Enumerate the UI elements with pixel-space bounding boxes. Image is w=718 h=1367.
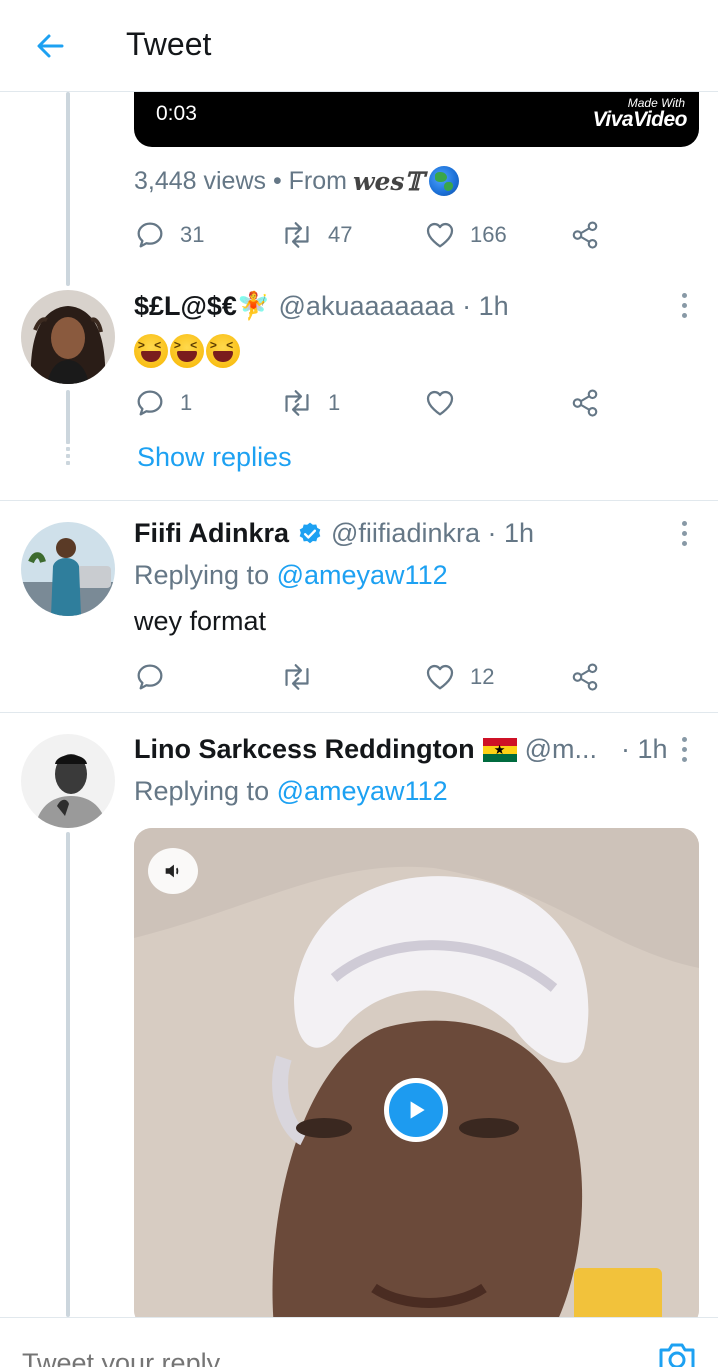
divider: [0, 712, 718, 713]
laughing-emoji-icon: [134, 334, 168, 368]
more-icon: [681, 292, 687, 298]
share-icon: [572, 663, 598, 691]
replying-to: Replying to @ameyaw112: [134, 776, 448, 807]
handle-time: @fiifiadinkra · 1h: [331, 518, 535, 548]
ghana-flag-icon: [482, 737, 517, 762]
share-icon: [572, 221, 598, 249]
avatar-photo: [21, 734, 115, 828]
mention-link[interactable]: @ameyaw112: [277, 560, 448, 590]
like-button[interactable]: 12: [424, 660, 494, 694]
mention-link[interactable]: @ameyaw112: [277, 776, 448, 806]
retweet-button[interactable]: 1: [280, 386, 340, 420]
video-thumbnail[interactable]: [134, 828, 699, 1317]
views-source: wes𝕋: [353, 166, 424, 196]
retweet-icon: [285, 664, 309, 690]
tweet-actions: 12: [134, 660, 614, 694]
share-button[interactable]: [570, 660, 600, 694]
avatar[interactable]: [21, 290, 115, 384]
reply-icon: [137, 664, 163, 690]
reply-count: 31: [180, 222, 205, 247]
reply-button[interactable]: [134, 660, 180, 694]
like-button[interactable]: [424, 386, 470, 420]
back-arrow-icon: [37, 34, 64, 58]
more-options-button[interactable]: [674, 290, 694, 320]
tweet-header: Fiifi Adinkra @fiifiadinkra · 1h: [134, 518, 534, 549]
retweet-count: 47: [328, 222, 353, 247]
page-title: Tweet: [126, 26, 212, 62]
replying-label: Replying to: [134, 776, 270, 806]
laughing-emoji-icon: [206, 334, 240, 368]
reply-button[interactable]: 1: [134, 386, 192, 420]
laughing-emoji-icon: [170, 334, 204, 368]
heart-icon: [426, 222, 454, 248]
like-count: 12: [470, 664, 495, 689]
thread-dots: [66, 440, 70, 465]
avatar[interactable]: [21, 734, 115, 828]
views-text: 3,448 views • From: [134, 166, 347, 195]
tweet-time: · 1h: [620, 734, 668, 764]
display-name[interactable]: Fiifi Adinkra: [134, 518, 289, 549]
like-button[interactable]: 166: [424, 218, 507, 252]
sound-button[interactable]: [148, 848, 198, 894]
handle-time: @akuaaaaaaa · 1h: [278, 290, 509, 321]
reply-icon: [137, 222, 163, 248]
more-icon: [681, 736, 687, 742]
tweet-header: $£L@$€🧚 @akuaaaaaaa · 1h: [134, 290, 509, 322]
speaker-icon: [165, 864, 179, 878]
reply-composer: [0, 1317, 718, 1367]
conversation[interactable]: 0:03 Made With VivaVideo 3,448 views • F…: [0, 92, 718, 1317]
display-name[interactable]: Lino Sarkcess Reddington: [134, 734, 475, 765]
reply-icon: [137, 390, 163, 416]
avatar-photo: [21, 290, 115, 384]
avatar[interactable]: [21, 522, 115, 616]
retweet-count: 1: [328, 390, 341, 415]
heart-icon: [426, 390, 454, 416]
tweet-actions: 1 1: [134, 386, 614, 420]
globe-icon: [429, 166, 460, 196]
verified-badge-icon: [299, 522, 321, 543]
more-options-button[interactable]: [674, 734, 694, 764]
reply-input[interactable]: [22, 1348, 622, 1367]
camera-icon: [659, 1343, 695, 1367]
top-bar: Tweet: [0, 0, 718, 92]
video-timestamp: 0:03: [156, 102, 197, 125]
thread-line: [66, 92, 70, 286]
retweet-button[interactable]: [280, 660, 328, 694]
tweet-header: Lino Sarkcess Reddington @m... · 1h: [134, 734, 668, 765]
retweet-button[interactable]: 47: [280, 218, 352, 252]
reply-count: 1: [180, 390, 193, 415]
thread-line: [66, 832, 70, 1317]
reply-button[interactable]: 31: [134, 218, 204, 252]
video-player[interactable]: 0:03 Made With VivaVideo: [134, 92, 699, 147]
tweet-actions: 31 47 166: [134, 218, 614, 252]
retweet-icon: [285, 390, 309, 416]
share-icon: [572, 389, 598, 417]
view-count: 3,448 views • From wes𝕋: [134, 166, 460, 196]
heart-icon: [426, 664, 454, 690]
more-icon: [681, 520, 687, 526]
divider: [0, 500, 718, 501]
camera-button[interactable]: [657, 1340, 697, 1367]
share-button[interactable]: [570, 386, 600, 420]
tweet-emojis: [134, 334, 240, 368]
display-name[interactable]: $£L@$€🧚: [134, 290, 271, 322]
play-button[interactable]: [384, 1078, 448, 1142]
play-icon: [410, 1101, 425, 1119]
like-count: 166: [470, 222, 507, 247]
retweet-icon: [285, 222, 309, 248]
video-still: [134, 828, 699, 1317]
tweet-text: wey format: [134, 606, 267, 636]
watermark-brand: VivaVideo: [592, 108, 688, 131]
replying-label: Replying to: [134, 560, 270, 590]
back-button[interactable]: [28, 24, 72, 68]
handle: @m...: [524, 734, 597, 764]
replying-to: Replying to @ameyaw112: [134, 560, 448, 591]
share-button[interactable]: [570, 218, 600, 252]
show-replies-link[interactable]: Show replies: [137, 442, 292, 473]
thread-line: [66, 390, 70, 442]
avatar-photo: [21, 522, 115, 616]
more-options-button[interactable]: [674, 518, 694, 548]
